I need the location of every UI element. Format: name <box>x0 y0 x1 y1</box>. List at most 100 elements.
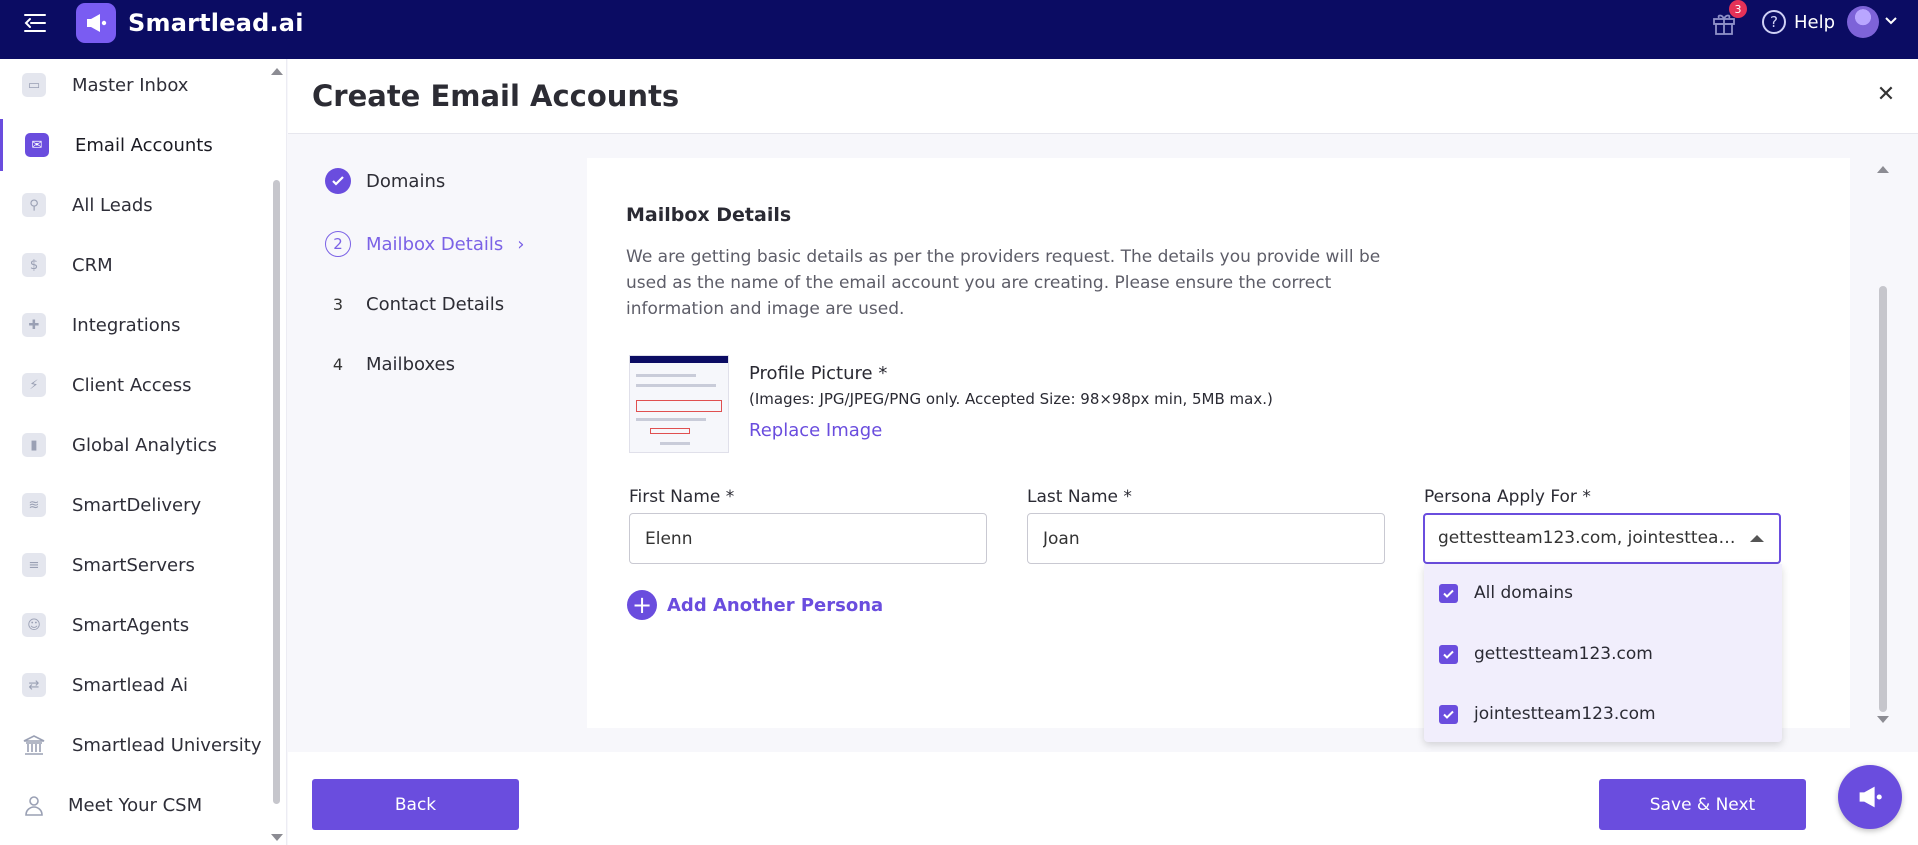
chevron-right-icon: › <box>517 233 525 255</box>
inbox-icon: ▭ <box>22 73 46 97</box>
help-button[interactable]: ? Help <box>1762 10 1835 34</box>
dropdown-option-domain[interactable]: jointestteam123.com <box>1424 689 1782 739</box>
lightning-icon: ⚡ <box>22 373 46 397</box>
university-icon <box>22 733 46 757</box>
scroll-down-arrow-icon[interactable] <box>271 834 283 841</box>
check-icon <box>325 168 351 194</box>
help-label: Help <box>1794 11 1836 33</box>
step-label: Contact Details <box>366 293 505 315</box>
layers-icon: ≋ <box>22 493 46 517</box>
sidebar-item-client-access[interactable]: ⚡ Client Access <box>0 359 268 411</box>
dropdown-option-domain[interactable]: gettestteam123.com <box>1424 629 1782 679</box>
scrollbar-thumb[interactable] <box>1879 286 1887 712</box>
persona-apply-select[interactable]: gettestteam123.com, jointestteam123.com <box>1423 513 1781 564</box>
option-label: jointestteam123.com <box>1474 704 1656 724</box>
scroll-up-arrow-icon[interactable] <box>1877 166 1889 173</box>
sidebar-item-label: All Leads <box>72 194 153 216</box>
step-contact-details[interactable]: 3 Contact Details <box>325 288 504 320</box>
page-header: Create Email Accounts ✕ <box>288 59 1918 134</box>
sidebar-scrollbar[interactable] <box>271 62 283 841</box>
top-bar: Smartlead.ai 3 ? Help <box>0 0 1918 59</box>
sidebar-item-smartdelivery[interactable]: ≋ SmartDelivery <box>0 479 268 531</box>
sidebar-item-label: SmartServers <box>72 554 195 576</box>
dropdown-option-all-domains[interactable]: All domains <box>1424 568 1782 618</box>
sidebar-item-label: Master Inbox <box>72 74 189 96</box>
add-persona-label: Add Another Persona <box>667 594 884 616</box>
checkbox-checked-icon[interactable] <box>1439 583 1458 603</box>
section-description: We are getting basic details as per the … <box>626 247 1381 319</box>
sidebar-item-label: SmartAgents <box>72 614 190 636</box>
chevron-down-icon[interactable] <box>1884 14 1898 28</box>
puzzle-icon: ✚ <box>22 313 46 337</box>
first-name-label: First Name * <box>629 487 735 507</box>
back-button[interactable]: Back <box>312 779 519 830</box>
profile-picture-title: Profile Picture * <box>749 363 888 384</box>
sidebar-item-smartagents[interactable]: ☺ SmartAgents <box>0 599 268 651</box>
step-mailboxes[interactable]: 4 Mailboxes <box>325 348 455 380</box>
checkbox-checked-icon[interactable] <box>1439 704 1458 724</box>
persona-apply-value: gettestteam123.com, jointestteam123.com <box>1438 528 1740 548</box>
sidebar-item-label: Smartlead Ai <box>72 674 189 696</box>
scrollbar-thumb[interactable] <box>273 180 280 804</box>
step-number: 3 <box>332 294 344 314</box>
step-mailbox-details[interactable]: 2 Mailbox Details › <box>325 228 524 260</box>
sidebar-item-all-leads[interactable]: ⚲ All Leads <box>0 179 268 231</box>
sidebar-item-integrations[interactable]: ✚ Integrations <box>0 299 268 351</box>
add-persona-button[interactable]: + Add Another Persona <box>627 590 883 620</box>
logo-icon[interactable] <box>76 3 116 43</box>
person-icon <box>22 793 46 817</box>
sidebar-item-smartlead-ai[interactable]: ⇄ Smartlead Ai <box>0 659 268 711</box>
replace-image-link[interactable]: Replace Image <box>749 420 882 441</box>
sidebar-item-label: Global Analytics <box>72 434 217 456</box>
step-number: 2 <box>325 231 351 257</box>
scroll-down-arrow-icon[interactable] <box>1877 716 1889 723</box>
profile-picture-hint: (Images: JPG/JPEG/PNG only. Accepted Siz… <box>749 390 1273 408</box>
chat-launcher-icon[interactable] <box>1838 765 1902 829</box>
last-name-label: Last Name * <box>1027 487 1132 507</box>
server-icon: ≡ <box>22 553 46 577</box>
notification-badge: 3 <box>1729 0 1747 18</box>
sidebar-item-master-inbox[interactable]: ▭ Master Inbox <box>0 59 268 111</box>
first-name-input[interactable] <box>629 513 987 564</box>
checkbox-checked-icon[interactable] <box>1439 644 1458 664</box>
sidebar-item-label: CRM <box>72 254 113 276</box>
persona-apply-label: Persona Apply For * <box>1424 487 1591 507</box>
sidebar: ▭ Master Inbox ✉ Email Accounts ⚲ All Le… <box>0 59 287 845</box>
sidebar-item-label: SmartDelivery <box>72 494 202 516</box>
save-next-button[interactable]: Save & Next <box>1599 779 1806 830</box>
sidebar-item-smartservers[interactable]: ≡ SmartServers <box>0 539 268 591</box>
option-label: gettestteam123.com <box>1474 644 1653 664</box>
sidebar-item-label: Integrations <box>72 314 181 336</box>
step-label: Domains <box>366 170 446 192</box>
robot-icon: ☺ <box>22 613 46 637</box>
step-number: 4 <box>332 354 344 374</box>
sidebar-item-meet-your-csm[interactable]: Meet Your CSM <box>0 779 268 831</box>
sidebar-item-label: Email Accounts <box>75 134 213 156</box>
bar-chart-icon: ▮ <box>22 433 46 457</box>
sidebar-item-email-accounts[interactable]: ✉ Email Accounts <box>0 119 268 171</box>
section-title: Mailbox Details <box>626 204 792 226</box>
step-domains[interactable]: Domains <box>325 165 445 197</box>
footer-bar: Back Save & Next <box>288 752 1918 845</box>
plus-icon: + <box>627 590 657 620</box>
option-label: All domains <box>1474 583 1574 603</box>
sidebar-item-smartlead-university[interactable]: Smartlead University <box>0 719 268 771</box>
persona-dropdown-menu: All domains gettestteam123.com jointestt… <box>1424 564 1782 742</box>
step-label: Mailboxes <box>366 353 455 375</box>
mail-icon: ✉ <box>25 133 49 157</box>
sidebar-item-label: Smartlead University <box>72 734 262 756</box>
scroll-up-arrow-icon[interactable] <box>271 68 283 75</box>
close-icon[interactable]: ✕ <box>1876 84 1896 106</box>
menu-icon[interactable] <box>22 10 48 36</box>
flow-icon: ⇄ <box>22 673 46 697</box>
profile-picture-preview <box>629 355 729 453</box>
content-scrollbar[interactable] <box>1876 162 1890 732</box>
caret-up-icon <box>1750 535 1764 542</box>
sidebar-item-global-analytics[interactable]: ▮ Global Analytics <box>0 419 268 471</box>
last-name-input[interactable] <box>1027 513 1385 564</box>
help-icon: ? <box>1762 10 1786 34</box>
sidebar-item-label: Meet Your CSM <box>68 794 203 816</box>
avatar[interactable] <box>1847 6 1879 38</box>
sidebar-item-crm[interactable]: $ CRM <box>0 239 268 291</box>
brand-name: Smartlead.ai <box>128 9 304 37</box>
